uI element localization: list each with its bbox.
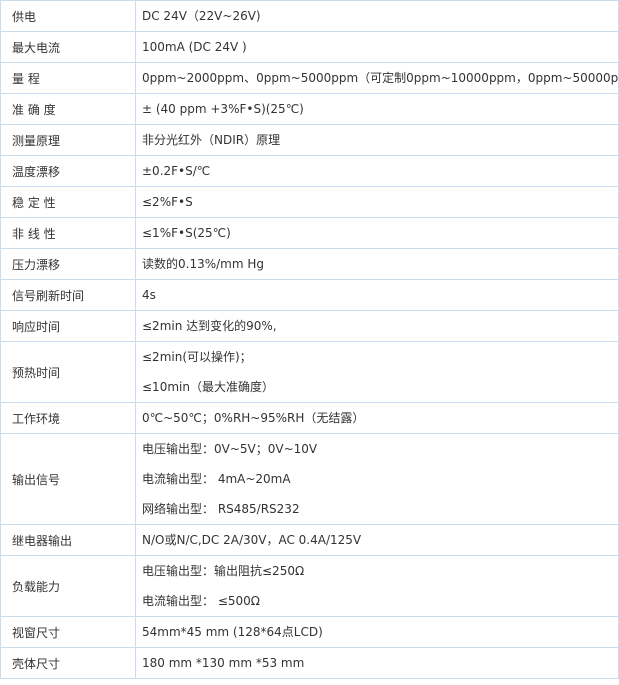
spec-row: 响应时间 ≤2min 达到变化的90%,	[0, 310, 619, 342]
spec-value-cell: 4s	[135, 279, 619, 311]
spec-value: N/O或N/C,DC 2A/30V，AC 0.4A/125V	[142, 533, 362, 547]
spec-table-body: 供电 DC 24V（22V~26V) 最大电流 100mA (DC 24V ) 量 程 0…	[0, 0, 619, 679]
spec-value-cell: ±0.2F•S/℃	[135, 155, 619, 187]
spec-value-cell: ≤1%F•S(25℃)	[135, 217, 619, 249]
spec-row: 准 确 度 ± (40 ppm +3%F•S)(25℃)	[0, 93, 619, 125]
spec-value: 0℃~50℃；0%RH~95%RH（无结露）	[142, 411, 365, 425]
spec-label: 稳 定 性	[0, 186, 136, 218]
spec-row: 供电 DC 24V（22V~26V)	[0, 0, 619, 32]
spec-value-cell: 非分光红外（NDIR）原理	[135, 124, 619, 156]
spec-value: 电压输出型：输出阻抗≤250Ω	[142, 564, 305, 578]
spec-label: 壳体尺寸	[0, 647, 136, 679]
spec-value: 电流输出型： ≤500Ω	[142, 594, 260, 608]
spec-row: 输出信号 电压输出型：0V~5V；0V~10V 电流输出型： 4mA~20mA …	[0, 433, 619, 525]
spec-label: 视窗尺寸	[0, 616, 136, 648]
spec-value-cell: ± (40 ppm +3%F•S)(25℃)	[135, 93, 619, 125]
spec-value: 电流输出型： 4mA~20mA	[142, 472, 291, 486]
spec-value-cell: 180 mm *130 mm *53 mm	[135, 647, 619, 679]
spec-value: ≤2%F•S	[142, 195, 193, 209]
spec-row: 工作环境 0℃~50℃；0%RH~95%RH（无结露）	[0, 402, 619, 434]
spec-value-cell: 54mm*45 mm (128*64点LCD)	[135, 616, 619, 648]
spec-value-cell: ≤2%F•S	[135, 186, 619, 218]
spec-row: 压力漂移 读数的0.13%/mm Hg	[0, 248, 619, 280]
spec-row: 稳 定 性 ≤2%F•S	[0, 186, 619, 218]
spec-label: 量 程	[0, 62, 136, 94]
spec-label: 供电	[0, 0, 136, 32]
spec-row: 温度漂移 ±0.2F•S/℃	[0, 155, 619, 187]
spec-value-cell: 0℃~50℃；0%RH~95%RH（无结露）	[135, 402, 619, 434]
spec-row: 最大电流 100mA (DC 24V )	[0, 31, 619, 63]
spec-value-cell: N/O或N/C,DC 2A/30V，AC 0.4A/125V	[135, 524, 619, 556]
spec-value: 网络输出型： RS485/RS232	[142, 502, 300, 516]
spec-value: DC 24V（22V~26V)	[142, 9, 261, 23]
spec-value-cell: 电压输出型：0V~5V；0V~10V 电流输出型： 4mA~20mA 网络输出型…	[135, 433, 619, 525]
spec-value: ± (40 ppm +3%F•S)(25℃)	[142, 102, 304, 116]
spec-value: ≤10min（最大准确度）	[142, 380, 274, 394]
spec-label: 负载能力	[0, 555, 136, 617]
spec-value: 非分光红外（NDIR）原理	[142, 133, 281, 147]
spec-value: 电压输出型：0V~5V；0V~10V	[142, 442, 318, 456]
spec-row: 视窗尺寸 54mm*45 mm (128*64点LCD)	[0, 616, 619, 648]
spec-value: ≤2min 达到变化的90%,	[142, 319, 277, 333]
spec-value-cell: 100mA (DC 24V )	[135, 31, 619, 63]
spec-row: 继电器输出 N/O或N/C,DC 2A/30V，AC 0.4A/125V	[0, 524, 619, 556]
spec-value: 0ppm~2000ppm、0ppm~5000ppm（可定制0ppm~10000p…	[142, 71, 619, 85]
spec-value: 读数的0.13%/mm Hg	[142, 257, 264, 271]
spec-label: 响应时间	[0, 310, 136, 342]
spec-label: 工作环境	[0, 402, 136, 434]
spec-row: 负载能力 电压输出型：输出阻抗≤250Ω 电流输出型： ≤500Ω	[0, 555, 619, 617]
spec-label: 预热时间	[0, 341, 136, 403]
spec-value: 4s	[142, 288, 156, 302]
spec-label: 非 线 性	[0, 217, 136, 249]
spec-row: 预热时间 ≤2min(可以操作)； ≤10min（最大准确度）	[0, 341, 619, 403]
spec-row: 信号刷新时间 4s	[0, 279, 619, 311]
spec-label: 温度漂移	[0, 155, 136, 187]
spec-value-cell: DC 24V（22V~26V)	[135, 0, 619, 32]
spec-value-cell: 读数的0.13%/mm Hg	[135, 248, 619, 280]
spec-label: 继电器输出	[0, 524, 136, 556]
spec-label: 信号刷新时间	[0, 279, 136, 311]
spec-value-cell: ≤2min 达到变化的90%,	[135, 310, 619, 342]
spec-table: 供电 DC 24V（22V~26V) 最大电流 100mA (DC 24V ) 量 程 0…	[0, 0, 619, 679]
spec-label: 压力漂移	[0, 248, 136, 280]
spec-value: ±0.2F•S/℃	[142, 164, 211, 178]
spec-value: 180 mm *130 mm *53 mm	[142, 656, 305, 670]
spec-value: 100mA (DC 24V )	[142, 40, 247, 54]
spec-row: 测量原理 非分光红外（NDIR）原理	[0, 124, 619, 156]
spec-label: 测量原理	[0, 124, 136, 156]
spec-row: 量 程 0ppm~2000ppm、0ppm~5000ppm（可定制0ppm~100…	[0, 62, 619, 94]
spec-label: 准 确 度	[0, 93, 136, 125]
spec-value: ≤2min(可以操作)；	[142, 350, 252, 364]
spec-label: 输出信号	[0, 433, 136, 525]
spec-value-cell: 0ppm~2000ppm、0ppm~5000ppm（可定制0ppm~10000p…	[135, 62, 619, 94]
spec-row: 非 线 性 ≤1%F•S(25℃)	[0, 217, 619, 249]
spec-value-cell: 电压输出型：输出阻抗≤250Ω 电流输出型： ≤500Ω	[135, 555, 619, 617]
spec-value: ≤1%F•S(25℃)	[142, 226, 231, 240]
spec-value-cell: ≤2min(可以操作)； ≤10min（最大准确度）	[135, 341, 619, 403]
spec-label: 最大电流	[0, 31, 136, 63]
spec-row: 壳体尺寸 180 mm *130 mm *53 mm	[0, 647, 619, 679]
spec-value: 54mm*45 mm (128*64点LCD)	[142, 625, 323, 639]
